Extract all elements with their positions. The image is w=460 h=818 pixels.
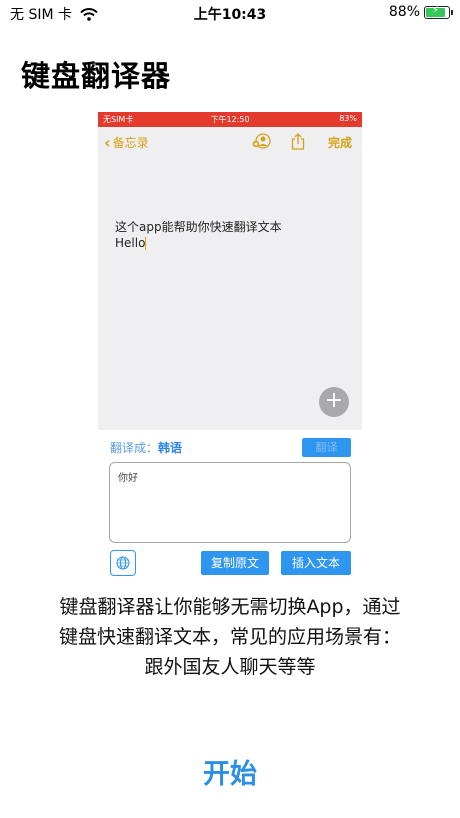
preview-nav-bar: ‹ 备忘录 完成 xyxy=(98,127,362,155)
preview-time: 下午12:50 xyxy=(210,115,250,124)
text-cursor xyxy=(145,237,147,250)
preview-back-label: 备忘录 xyxy=(112,136,149,150)
preview-keyboard-panel: 翻译成：韩语 翻译 你好 复制原文 插入文本 xyxy=(98,430,362,580)
preview-insert-text-button: 插入文本 xyxy=(281,551,351,575)
preview-result-box: 你好 xyxy=(109,462,351,543)
preview-add-button: + xyxy=(319,387,349,417)
translate-to-row: 翻译成：韩语 xyxy=(110,439,182,456)
note-line-1: 这个app能帮助你快速翻译文本 xyxy=(115,220,282,234)
chevron-left-icon: ‹ xyxy=(104,132,111,152)
description-line-2: 键盘快速翻译文本，常见的应用场景有： xyxy=(58,626,401,648)
description-line-3: 跟外国友人聊天等等 xyxy=(144,656,316,678)
add-collaborator-icon xyxy=(252,133,271,149)
preview-copy-original-button: 复制原文 xyxy=(201,551,269,575)
note-line-2: Hello xyxy=(115,236,146,250)
description-line-1: 键盘翻译器让你能够无需切换App，通过 xyxy=(59,596,401,618)
preview-note-content: 这个app能帮助你快速翻译文本 Hello xyxy=(115,219,282,251)
preview-translate-button: 翻译 xyxy=(302,438,351,457)
battery-icon: ⚡ xyxy=(424,4,453,19)
preview-status-bar: 无SIM卡 下午12:50 83% xyxy=(98,112,362,127)
globe-icon xyxy=(116,556,130,570)
preview-battery: 83% xyxy=(339,114,357,123)
translate-to-label: 翻译成： xyxy=(110,441,159,455)
page-title: 键盘翻译器 xyxy=(21,59,172,93)
start-button[interactable]: 开始 xyxy=(0,752,460,791)
preview-done-button: 完成 xyxy=(327,136,352,150)
charging-bolt-icon: ⚡ xyxy=(432,4,440,16)
share-icon xyxy=(291,133,305,150)
note-line-2-wrap: Hello xyxy=(115,235,282,251)
preview-screenshot: 无SIM卡 下午12:50 83% ‹ 备忘录 完成 这个app能帮助你快速翻译… xyxy=(98,112,362,580)
target-language: 韩语 xyxy=(158,441,183,455)
battery-level: ⚡ xyxy=(426,4,446,17)
status-bar: 无 SIM 卡 上午10:43 88% ⚡ xyxy=(0,0,460,26)
description: 键盘翻译器让你能够无需切换App，通过 键盘快速翻译文本，常见的应用场景有： 跟… xyxy=(0,592,460,682)
preview-back-button: ‹ 备忘录 xyxy=(104,134,149,151)
status-right: 88% ⚡ xyxy=(388,4,453,20)
preview-globe-button xyxy=(110,550,136,576)
battery-percent: 88% xyxy=(388,4,420,20)
